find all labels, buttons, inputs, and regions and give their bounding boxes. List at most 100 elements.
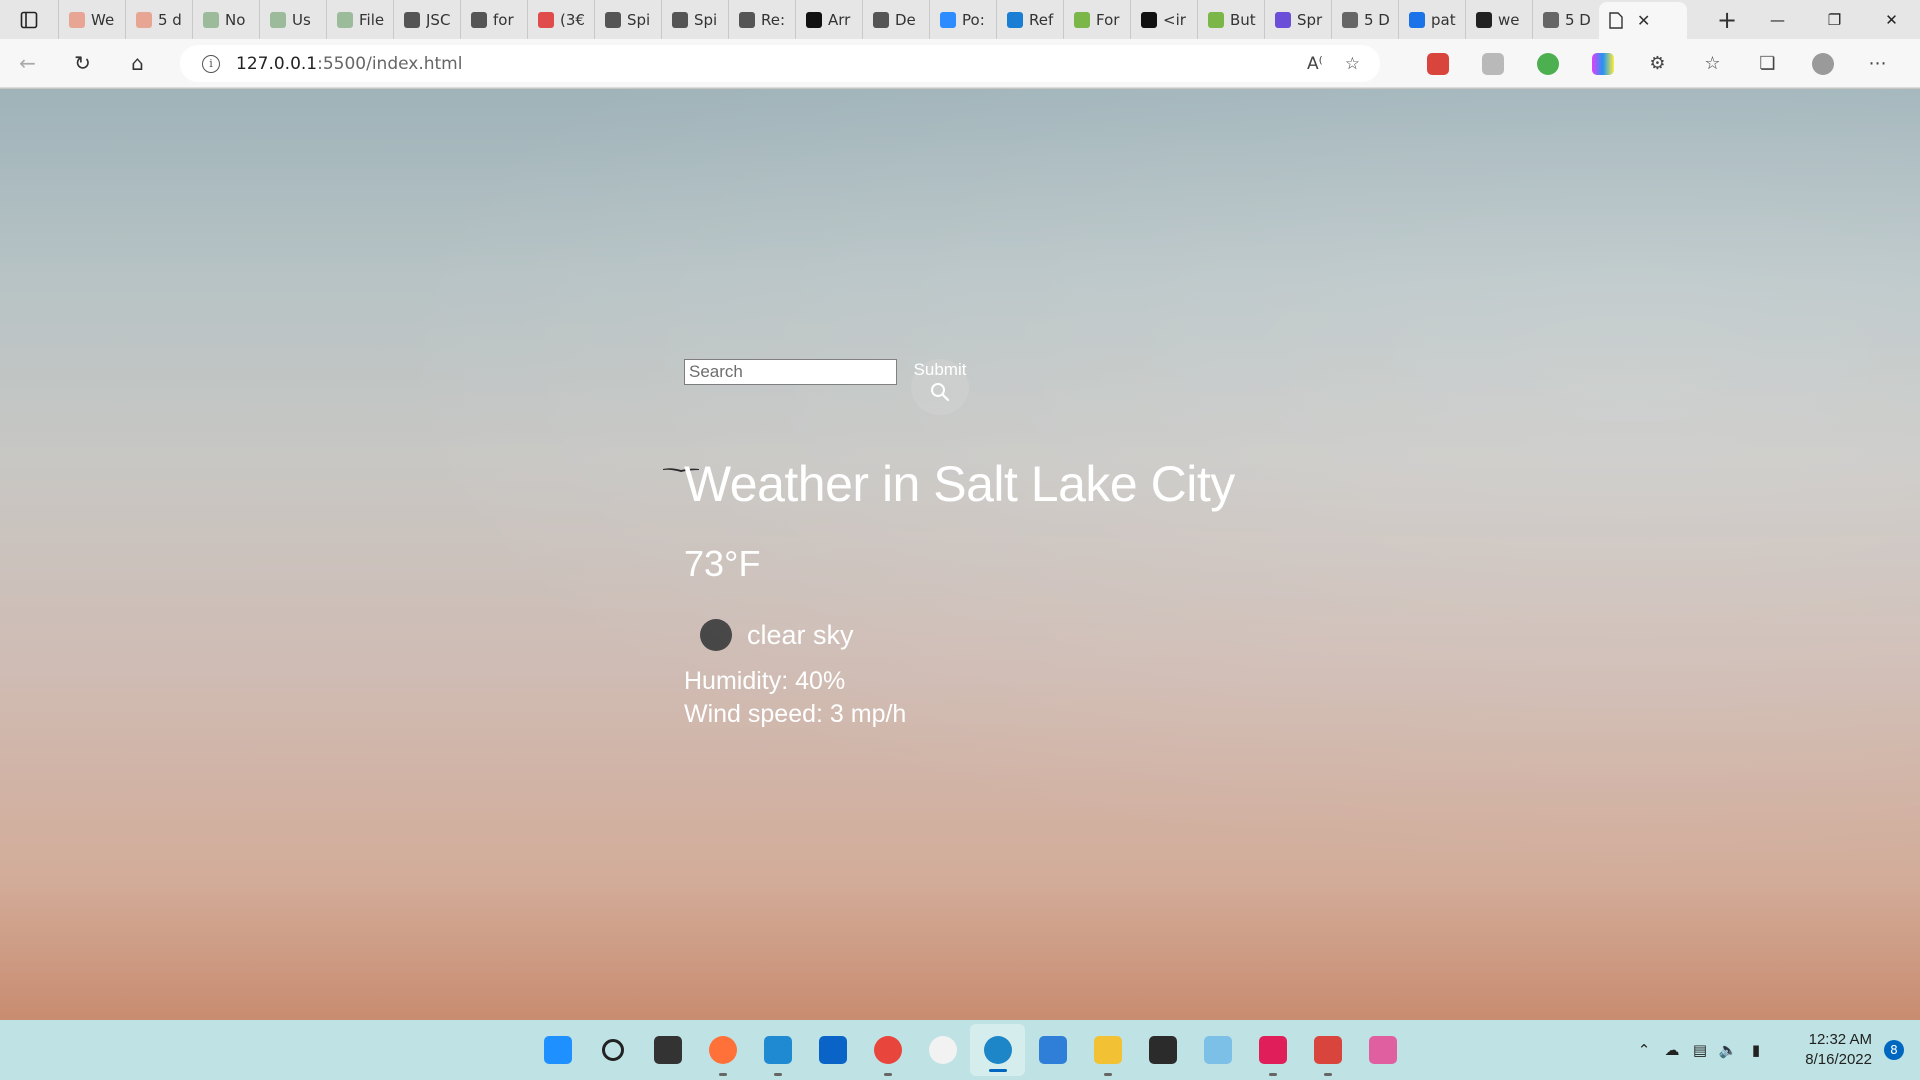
taskbar-app-button[interactable] [1245, 1020, 1300, 1080]
taskbar-app-button[interactable] [1190, 1020, 1245, 1080]
home-button[interactable]: ⌂ [110, 39, 165, 88]
tab-favicon-icon [270, 11, 286, 28]
url-host: 127.0.0.1 [236, 53, 318, 74]
notification-badge[interactable]: 8 [1884, 1040, 1904, 1060]
url-text[interactable]: 127.0.0.1:5500/index.html [236, 54, 462, 74]
tab-title: pat [1431, 10, 1456, 29]
browser-tab[interactable]: Ref [996, 0, 1063, 39]
extension-toolbar: ⚙ ☆ ❏ ⋯ [1410, 39, 1905, 88]
tab-title: We [91, 10, 115, 29]
tab-title: Us [292, 10, 311, 29]
extension-heroku-icon[interactable] [1410, 39, 1465, 88]
collections-icon[interactable]: ❏ [1740, 39, 1795, 88]
taskbar-app-button[interactable] [1025, 1020, 1080, 1080]
tab-title: JSC [426, 10, 451, 29]
close-window-button[interactable]: ✕ [1863, 0, 1920, 39]
browser-tab[interactable]: But [1197, 0, 1264, 39]
browser-tab[interactable]: we [1465, 0, 1532, 39]
taskbar-app-button[interactable] [1300, 1020, 1355, 1080]
browser-tab[interactable]: Spi [661, 0, 728, 39]
taskbar-app-button[interactable] [1355, 1020, 1410, 1080]
close-tab-icon[interactable]: ✕ [1637, 11, 1650, 30]
submit-button[interactable]: Submit [911, 359, 969, 415]
windows-taskbar: ⌃ ☁ ▤ 🔈 ▮ 12:32 AM 8/16/2022 8 [0, 1020, 1920, 1080]
task-view-icon [653, 1036, 682, 1064]
onedrive-icon[interactable]: ☁ [1658, 1020, 1686, 1080]
browser-tab[interactable]: (3€ [527, 0, 594, 39]
clock[interactable]: 12:32 AM 8/16/2022 [1782, 1030, 1872, 1070]
browser-tab-active[interactable]: ✕ [1599, 2, 1687, 39]
tab-actions-button[interactable] [0, 0, 58, 39]
chrome-icon [873, 1036, 902, 1064]
tab-favicon-icon [1007, 11, 1023, 28]
browser-tab[interactable]: For [1063, 0, 1130, 39]
new-tab-button[interactable]: + [1705, 0, 1749, 39]
browser-tab[interactable]: Re: [728, 0, 795, 39]
browser-tab[interactable]: Us [259, 0, 326, 39]
back-button[interactable]: ← [0, 39, 55, 88]
taskbar-app-button[interactable] [860, 1020, 915, 1080]
browser-tab[interactable]: for [460, 0, 527, 39]
refresh-button[interactable]: ↻ [55, 39, 110, 88]
browser-tab[interactable]: No [192, 0, 259, 39]
volume-icon[interactable]: 🔈 [1714, 1020, 1742, 1080]
read-aloud-icon[interactable]: A⁽ [1307, 54, 1323, 74]
tab-title: Re: [761, 10, 786, 29]
browser-tab[interactable]: De [862, 0, 929, 39]
chevron-up-icon[interactable]: ⌃ [1630, 1020, 1658, 1080]
battery-icon[interactable]: ▮ [1742, 1020, 1770, 1080]
tab-title: (3€ [560, 10, 585, 29]
search-input[interactable] [684, 359, 897, 385]
settings-more-icon[interactable]: ⋯ [1850, 39, 1905, 88]
address-bar[interactable]: i 127.0.0.1:5500/index.html A⁽ ☆ [180, 45, 1380, 82]
tab-favicon-icon [203, 11, 219, 28]
taskbar-app-button[interactable] [585, 1020, 640, 1080]
browser-tab[interactable]: 5 d [125, 0, 192, 39]
browser-tab[interactable]: File [326, 0, 393, 39]
taskbar-app-button[interactable] [970, 1024, 1025, 1076]
favorites-icon[interactable]: ☆ [1685, 39, 1740, 88]
extension-k-icon[interactable] [1465, 39, 1520, 88]
site-info-icon[interactable]: i [202, 54, 220, 73]
restore-button[interactable]: ❐ [1806, 0, 1863, 39]
minimize-button[interactable]: — [1749, 0, 1806, 39]
taskbar-app-button[interactable] [805, 1020, 860, 1080]
taskbar-app-button[interactable] [1135, 1020, 1190, 1080]
terminal-icon [1148, 1036, 1177, 1064]
extension-circle-icon[interactable] [1520, 39, 1575, 88]
profile-avatar[interactable] [1795, 39, 1850, 88]
outlook-icon [818, 1036, 847, 1064]
network-icon[interactable]: ▤ [1686, 1020, 1714, 1080]
browser-tab[interactable]: We [58, 0, 125, 39]
taskbar-app-button[interactable] [695, 1020, 750, 1080]
extension-colorful-icon[interactable] [1575, 39, 1630, 88]
add-favorite-icon[interactable]: ☆ [1345, 54, 1360, 74]
browser-tab[interactable]: Arr [795, 0, 862, 39]
browser-tab[interactable]: Spr [1264, 0, 1331, 39]
taskbar-app-button[interactable] [640, 1020, 695, 1080]
taskbar-app-button[interactable] [915, 1020, 970, 1080]
browser-tab[interactable]: JSC [393, 0, 460, 39]
browser-tab[interactable]: <ir [1130, 0, 1197, 39]
running-indicator [1268, 1073, 1277, 1076]
tab-favicon-icon [404, 11, 420, 28]
browser-tab[interactable]: pat [1398, 0, 1465, 39]
taskbar-app-button[interactable] [1080, 1020, 1135, 1080]
file-explorer-icon [1093, 1036, 1122, 1064]
tab-title: for [493, 10, 514, 29]
browser-tab[interactable]: 5 D [1532, 0, 1599, 39]
browser-tab[interactable]: Po: [929, 0, 996, 39]
tab-favicon-icon [1543, 11, 1559, 28]
tab-title: But [1230, 10, 1256, 29]
taskbar-app-button[interactable] [530, 1020, 585, 1080]
browser-tab[interactable]: Spi [594, 0, 661, 39]
browser-tab[interactable]: 5 D [1331, 0, 1398, 39]
tab-title: Spr [1297, 10, 1323, 29]
weather-description: clear sky [747, 619, 854, 650]
tab-title: De [895, 10, 916, 29]
tab-title: Ref [1029, 10, 1054, 29]
itunes-icon [928, 1036, 957, 1064]
tab-favicon-icon [337, 11, 353, 28]
taskbar-app-button[interactable] [750, 1020, 805, 1080]
extensions-icon[interactable]: ⚙ [1630, 39, 1685, 88]
